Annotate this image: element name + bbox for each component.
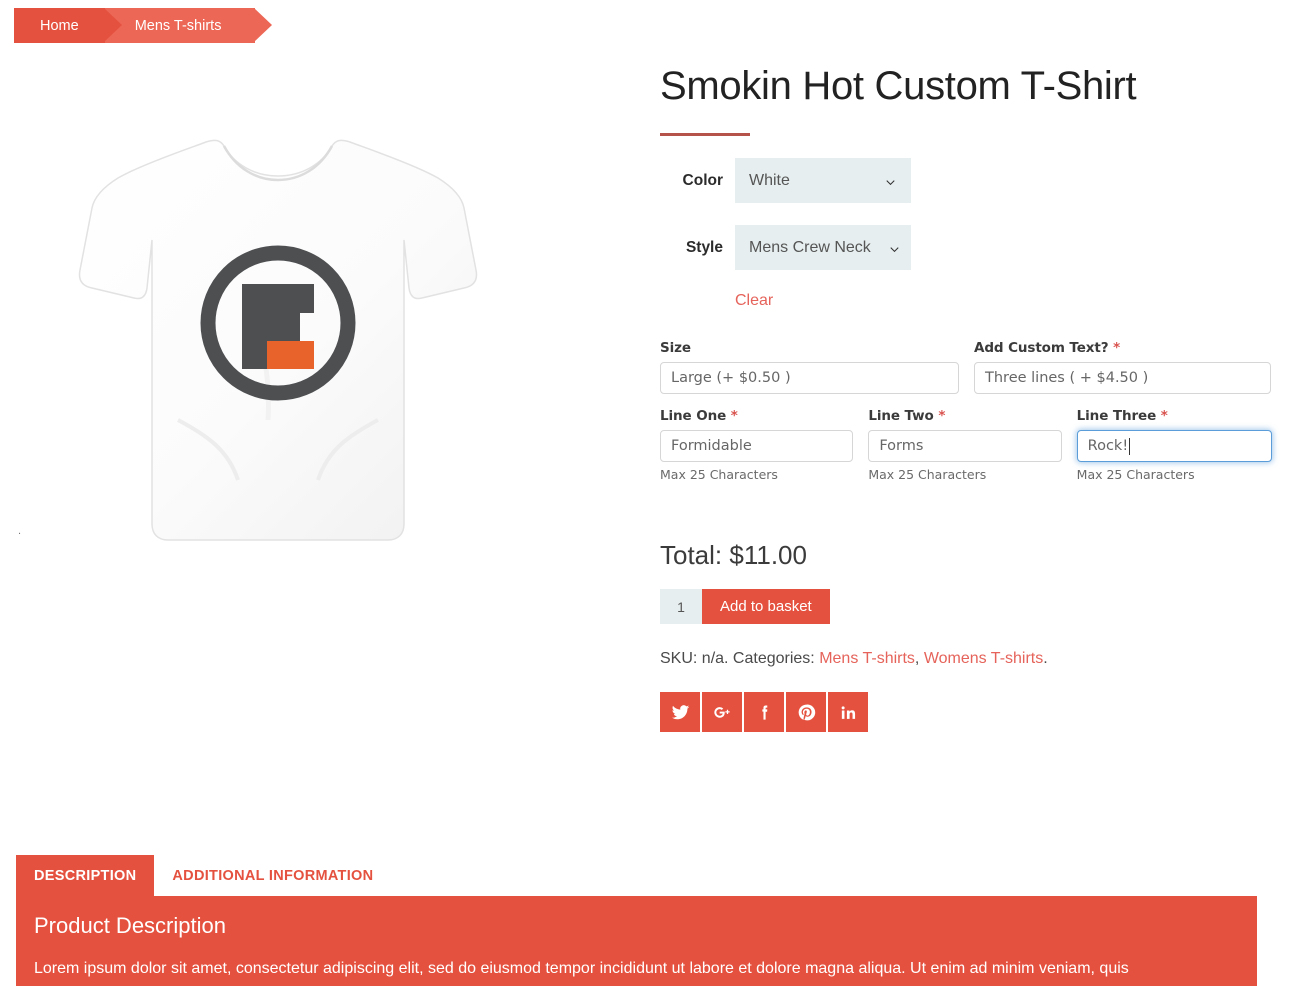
product-summary: Smokin Hot Custom T-Shirt Color White St… xyxy=(660,62,1272,732)
line-one-value: Formidable xyxy=(671,438,752,454)
share-facebook-button[interactable] xyxy=(744,692,784,732)
field-label-line-three: Line Three * xyxy=(1077,408,1272,424)
panel-title: Product Description xyxy=(34,913,226,938)
share-google-plus-button[interactable] xyxy=(702,692,742,732)
text-cursor xyxy=(1129,437,1131,455)
total-price: Total: $11.00 xyxy=(660,540,807,570)
field-line-one: Line One * Formidable Max 25 Characters xyxy=(660,408,854,482)
variation-row-style: Style Mens Crew Neck xyxy=(660,225,1272,270)
share-linkedin-button[interactable] xyxy=(828,692,868,732)
field-line-two: Line Two * Forms Max 25 Characters xyxy=(868,408,1062,482)
variation-label-style: Style xyxy=(685,238,723,256)
field-label-line-three-text: Line Three xyxy=(1076,408,1157,424)
add-to-basket-label: Add to basket xyxy=(720,598,812,615)
meta-suffix: . xyxy=(1043,650,1048,667)
add-custom-text-value: Three lines ( + $4.50 ) xyxy=(985,370,1149,386)
field-label-add-custom-text: Add Custom Text? * xyxy=(974,340,1271,356)
product-tabs: Description Additional Information Produ… xyxy=(16,855,1257,986)
purchase-row: 1 Add to basket xyxy=(660,589,1272,624)
line-two-value: Forms xyxy=(879,438,924,454)
quantity-input[interactable]: 1 xyxy=(660,589,702,624)
size-select-value: Large (+ $0.50 ) xyxy=(671,370,791,386)
tshirt-illustration xyxy=(78,139,478,541)
field-label-line-two-text: Line Two xyxy=(868,408,934,424)
field-label-size-text: Size xyxy=(660,340,691,356)
variations-table: Color White Style Mens Crew Neck Clear xyxy=(660,158,1272,310)
product-page: Home Mens T-shirts . Smokin Hot Custom T… xyxy=(0,0,1289,986)
product-gallery: . xyxy=(18,60,638,541)
share-pinterest-button[interactable] xyxy=(786,692,826,732)
form-row-lines: Line One * Formidable Max 25 Characters … xyxy=(660,408,1272,496)
social-share-bar xyxy=(660,692,1272,732)
field-add-custom-text: Add Custom Text? * Three lines ( + $4.50… xyxy=(974,340,1271,394)
gallery-caption: . xyxy=(18,525,22,537)
line-three-input[interactable]: Rock! xyxy=(1076,430,1272,462)
category-link-mens[interactable]: Mens T-shirts xyxy=(819,650,915,667)
google-plus-icon xyxy=(713,706,730,718)
field-label-line-one-text: Line One xyxy=(660,408,727,424)
tab-description-label: Description xyxy=(34,868,137,884)
pinterest-icon xyxy=(798,704,815,720)
chevron-down-icon xyxy=(890,246,899,252)
page-title: Smokin Hot Custom T-Shirt xyxy=(660,64,1137,108)
color-select-value: White xyxy=(749,171,790,189)
breadcrumb-item-mens-tshirts[interactable]: Mens T-shirts xyxy=(104,8,273,43)
color-select[interactable]: White xyxy=(735,158,911,203)
tab-additional-information-label: Additional Information xyxy=(172,868,374,884)
field-size: Size Large (+ $0.50 ) xyxy=(660,340,959,394)
breadcrumb-item-home[interactable]: Home xyxy=(14,8,122,43)
breadcrumb-category-label: Mens T-shirts xyxy=(134,17,222,34)
variation-label-color: Color xyxy=(682,171,723,189)
breadcrumb: Home Mens T-shirts xyxy=(14,8,273,43)
facebook-icon xyxy=(761,705,767,720)
breadcrumb-home-label: Home xyxy=(40,17,79,34)
line-two-input[interactable]: Forms xyxy=(868,430,1062,462)
sku-text: SKU: n/a. Categories: xyxy=(660,650,820,667)
product-meta: SKU: n/a. Categories: Mens T-shirts, Wom… xyxy=(660,650,1048,667)
line-one-input[interactable]: Formidable xyxy=(660,430,854,462)
tab-additional-information[interactable]: Additional Information xyxy=(154,855,392,896)
category-link-womens[interactable]: Womens T-shirts xyxy=(924,650,1043,667)
title-underline xyxy=(660,133,750,136)
add-to-basket-button[interactable]: Add to basket xyxy=(702,589,830,624)
line-one-hint: Max 25 Characters xyxy=(660,467,778,482)
tab-bar: Description Additional Information xyxy=(16,855,1257,896)
style-select[interactable]: Mens Crew Neck xyxy=(735,225,911,270)
variation-row-color: Color White xyxy=(660,158,1272,203)
line-three-value: Rock! xyxy=(1087,438,1129,454)
tab-panel-description: Product Description Lorem ipsum dolor si… xyxy=(16,896,1257,986)
form-row-one: Size Large (+ $0.50 ) Add Custom Text? *… xyxy=(660,340,1272,408)
chevron-down-icon xyxy=(886,179,895,185)
quantity-value: 1 xyxy=(677,598,685,615)
required-marker: * xyxy=(730,408,738,424)
tab-description[interactable]: Description xyxy=(16,855,155,896)
field-label-line-two: Line Two * xyxy=(868,408,1061,424)
add-custom-text-select[interactable]: Three lines ( + $4.50 ) xyxy=(974,362,1271,394)
required-marker: * xyxy=(938,408,946,424)
panel-body: Lorem ipsum dolor sit amet, consectetur … xyxy=(34,960,1129,977)
field-label-size: Size xyxy=(660,340,959,356)
required-marker: * xyxy=(1113,340,1121,356)
line-two-hint: Max 25 Characters xyxy=(868,467,987,482)
clear-variations-link[interactable]: Clear xyxy=(735,292,773,310)
linkedin-icon xyxy=(841,705,855,719)
field-line-three: Line Three * Rock! Max 25 Characters xyxy=(1076,408,1272,482)
field-label-line-one: Line One * xyxy=(660,408,853,424)
twitter-icon xyxy=(671,704,689,719)
share-twitter-button[interactable] xyxy=(660,692,700,732)
required-marker: * xyxy=(1160,408,1168,424)
product-image[interactable] xyxy=(78,120,478,560)
line-three-hint: Max 25 Characters xyxy=(1076,467,1195,482)
size-select[interactable]: Large (+ $0.50 ) xyxy=(660,362,959,394)
custom-options-form: Size Large (+ $0.50 ) Add Custom Text? *… xyxy=(660,340,1272,496)
field-label-add-custom-text-text: Add Custom Text? xyxy=(974,340,1109,356)
style-select-value: Mens Crew Neck xyxy=(749,238,871,256)
